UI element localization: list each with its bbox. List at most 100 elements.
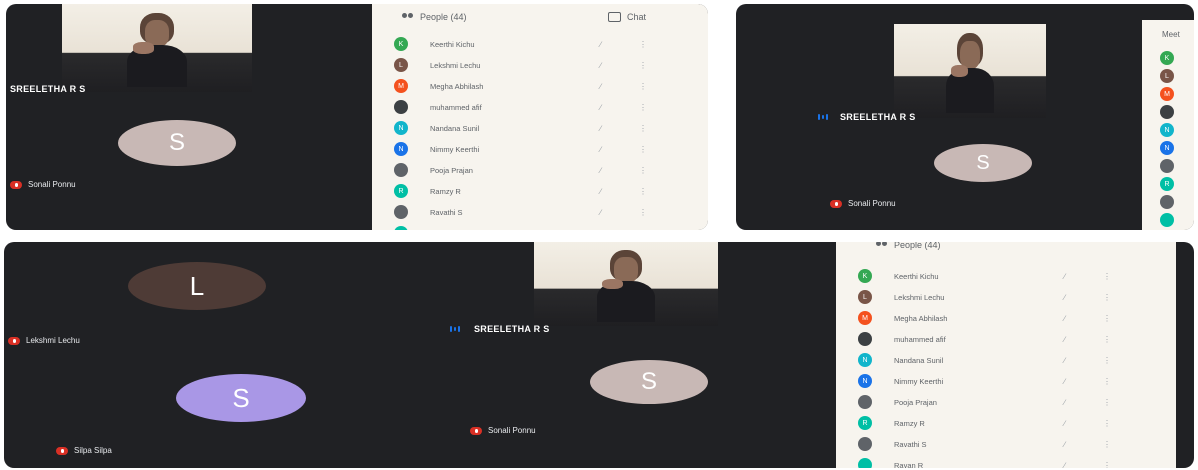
more-vert-icon[interactable]: ⋮ bbox=[639, 187, 647, 196]
participant-row[interactable]: N Nimmy Keerthi ∕ ⋮ bbox=[372, 141, 708, 157]
participant-row[interactable]: L Lekshmi Lechu ∕ ⋮ bbox=[372, 57, 708, 73]
participant-row[interactable]: R Ramzy R ∕ ⋮ bbox=[836, 415, 1176, 431]
more-vert-icon[interactable]: ⋮ bbox=[639, 103, 647, 112]
participant-row[interactable]: M Megha Abhilash ∕ ⋮ bbox=[836, 310, 1176, 326]
participant-avatar: K bbox=[1160, 51, 1174, 65]
mic-off-icon[interactable]: ∕ bbox=[600, 103, 609, 112]
participant-name: Rayan R bbox=[894, 460, 924, 469]
mic-off-icon[interactable]: ∕ bbox=[1064, 398, 1073, 407]
participant-row[interactable]: N bbox=[1142, 140, 1194, 156]
more-vert-icon[interactable]: ⋮ bbox=[639, 61, 647, 70]
mic-off-icon[interactable]: ∕ bbox=[600, 145, 609, 154]
participant-avatar: R bbox=[1160, 177, 1174, 191]
mic-off-icon[interactable]: ∕ bbox=[600, 187, 609, 196]
participant-row[interactable]: Pooja Prajan ∕ ⋮ bbox=[836, 394, 1176, 410]
mic-off-icon[interactable]: ∕ bbox=[1064, 461, 1073, 469]
participant-row[interactable]: K Keerthi Kichu ∕ ⋮ bbox=[372, 36, 708, 52]
more-vert-icon[interactable]: ⋮ bbox=[639, 208, 647, 217]
chat-tab[interactable]: Chat bbox=[608, 12, 646, 22]
people-icon bbox=[402, 13, 414, 21]
more-vert-icon[interactable]: ⋮ bbox=[639, 82, 647, 91]
participant-row[interactable]: Rayan R ∕ ⋮ bbox=[836, 457, 1176, 468]
people-panel: People (44) K Keerthi Kichu ∕ ⋮ L Lekshmi Lec… bbox=[836, 242, 1176, 468]
participant-row[interactable] bbox=[1142, 212, 1194, 228]
participant-name: Megha Abhilash bbox=[430, 81, 484, 91]
participant-row[interactable]: Ravathi S ∕ ⋮ bbox=[836, 436, 1176, 452]
participant-row[interactable]: N Nandana Sunil ∕ ⋮ bbox=[836, 352, 1176, 368]
mic-off-icon[interactable]: ∕ bbox=[1064, 293, 1073, 302]
participant-row[interactable]: M Megha Abhilash ∕ ⋮ bbox=[372, 78, 708, 94]
participant-name: Ravathi S bbox=[430, 207, 463, 217]
participant-list: K Keerthi Kichu ∕ ⋮ L Lekshmi Lechu ∕ ⋮ M Megha A… bbox=[372, 36, 708, 230]
people-tab[interactable]: People (44) bbox=[876, 242, 941, 250]
participant-avatar: L bbox=[394, 58, 408, 72]
participant-row[interactable]: L bbox=[1142, 68, 1194, 84]
participant-row[interactable]: Rayan R ∕ ⋮ bbox=[372, 225, 708, 230]
meeting-details-title: Meet bbox=[1162, 30, 1180, 39]
participant-avatar: M bbox=[858, 311, 872, 325]
participant-list: KLM NN R bbox=[1142, 50, 1194, 230]
participant-row[interactable] bbox=[1142, 158, 1194, 174]
more-vert-icon[interactable]: ⋮ bbox=[639, 40, 647, 49]
chat-icon bbox=[608, 12, 621, 22]
more-vert-icon[interactable]: ⋮ bbox=[639, 145, 647, 154]
mic-off-icon[interactable]: ∕ bbox=[1064, 272, 1073, 281]
more-vert-icon[interactable]: ⋮ bbox=[1103, 356, 1111, 365]
participant-row[interactable]: N Nandana Sunil ∕ ⋮ bbox=[372, 120, 708, 136]
participant-name: muhammed afif bbox=[894, 334, 946, 344]
mic-off-icon[interactable]: ∕ bbox=[1064, 356, 1073, 365]
more-vert-icon[interactable]: ⋮ bbox=[1103, 398, 1111, 407]
more-vert-icon[interactable]: ⋮ bbox=[639, 124, 647, 133]
speaker-video bbox=[894, 24, 1046, 118]
participant-avatar: N bbox=[858, 374, 872, 388]
mic-off-icon[interactable]: ∕ bbox=[1064, 377, 1073, 386]
mic-off-icon bbox=[470, 426, 482, 435]
more-vert-icon[interactable]: ⋮ bbox=[1103, 314, 1111, 323]
more-vert-icon[interactable]: ⋮ bbox=[1103, 440, 1111, 449]
more-vert-icon[interactable]: ⋮ bbox=[1103, 461, 1111, 469]
participant-row[interactable]: R Ramzy R ∕ ⋮ bbox=[372, 183, 708, 199]
mic-off-icon[interactable]: ∕ bbox=[600, 61, 609, 70]
participant-name: Rayan R bbox=[430, 229, 580, 231]
participant-row[interactable]: N Nimmy Keerthi ∕ ⋮ bbox=[836, 373, 1176, 389]
more-vert-icon[interactable]: ⋮ bbox=[1103, 335, 1111, 344]
participant-avatar-sonali: S bbox=[934, 144, 1032, 182]
participant-row[interactable] bbox=[1142, 104, 1194, 120]
participant-row[interactable]: K bbox=[1142, 50, 1194, 66]
participant-avatar bbox=[394, 163, 408, 177]
speaker-person bbox=[589, 250, 663, 322]
more-vert-icon[interactable]: ⋮ bbox=[639, 166, 647, 175]
participant-row[interactable]: N bbox=[1142, 122, 1194, 138]
participant-row[interactable]: muhammed afif ∕ ⋮ bbox=[836, 331, 1176, 347]
participant-row[interactable]: R bbox=[1142, 176, 1194, 192]
more-vert-icon[interactable]: ⋮ bbox=[1103, 272, 1111, 281]
participant-avatar-sonali: S bbox=[118, 120, 236, 166]
more-vert-icon[interactable]: ⋮ bbox=[1103, 419, 1111, 428]
mic-off-icon[interactable]: ∕ bbox=[1064, 335, 1073, 344]
more-vert-icon[interactable]: ⋮ bbox=[1103, 293, 1111, 302]
mic-off-icon[interactable]: ∕ bbox=[1064, 314, 1073, 323]
people-tab-label: People (44) bbox=[894, 242, 941, 250]
mic-off-icon[interactable]: ∕ bbox=[1064, 440, 1073, 449]
mic-off-icon[interactable]: ∕ bbox=[600, 40, 609, 49]
participant-row[interactable]: muhammed afif ∕ ⋮ bbox=[372, 99, 708, 115]
participant-name: Pooja Prajan bbox=[430, 165, 473, 175]
participant-avatar-lekshmi: L bbox=[128, 262, 266, 310]
more-vert-icon[interactable]: ⋮ bbox=[639, 229, 647, 231]
mic-off-icon[interactable]: ∕ bbox=[600, 166, 609, 175]
mic-off-icon[interactable]: ∕ bbox=[600, 208, 609, 217]
participant-row[interactable]: M bbox=[1142, 86, 1194, 102]
participant-name: Lekshmi Lechu bbox=[26, 336, 80, 345]
mic-off-icon[interactable]: ∕ bbox=[1064, 419, 1073, 428]
more-vert-icon[interactable]: ⋮ bbox=[1103, 377, 1111, 386]
participant-row[interactable] bbox=[1142, 194, 1194, 210]
participant-row[interactable]: K Keerthi Kichu ∕ ⋮ bbox=[836, 268, 1176, 284]
people-tab-label: People (44) bbox=[420, 12, 467, 22]
participant-row[interactable]: Ravathi S ∕ ⋮ bbox=[372, 204, 708, 220]
mic-off-icon[interactable]: ∕ bbox=[600, 124, 609, 133]
mic-off-icon[interactable]: ∕ bbox=[600, 229, 609, 231]
participant-row[interactable]: Pooja Prajan ∕ ⋮ bbox=[372, 162, 708, 178]
participant-row[interactable]: L Lekshmi Lechu ∕ ⋮ bbox=[836, 289, 1176, 305]
mic-off-icon[interactable]: ∕ bbox=[600, 82, 609, 91]
people-tab[interactable]: People (44) bbox=[402, 12, 467, 22]
